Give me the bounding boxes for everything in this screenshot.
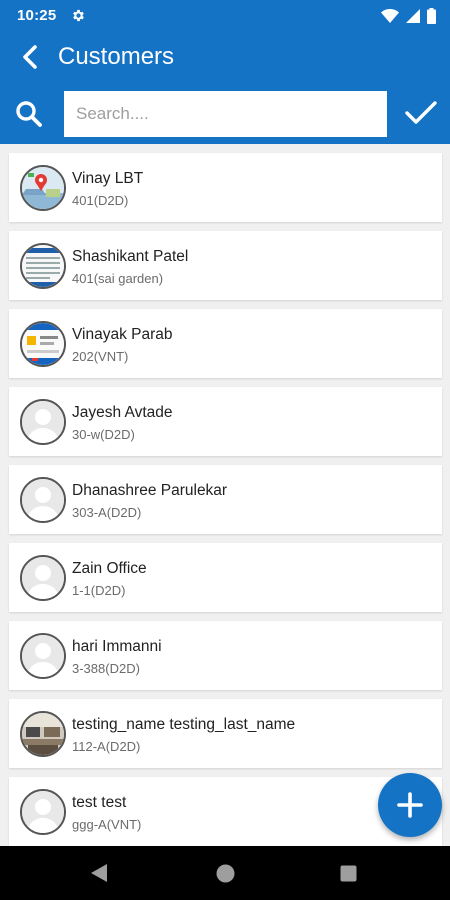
customer-row[interactable]: testing_name testing_last_name 112-A(D2D…: [9, 699, 442, 768]
default-person-icon: [20, 789, 66, 835]
nav-home-icon[interactable]: [216, 864, 235, 883]
customer-code: 1-1(D2D): [72, 583, 126, 598]
customer-code: 202(VNT): [72, 349, 129, 364]
status-bar: 10:25: [0, 0, 450, 32]
status-time: 10:25: [17, 7, 57, 24]
status-icons: [381, 8, 436, 24]
customer-code: ggg-A(VNT): [72, 817, 142, 832]
customer-name: Shashikant Patel: [72, 248, 189, 265]
page-title: Customers: [58, 43, 175, 70]
customer-row[interactable]: test test ggg-A(VNT): [9, 777, 442, 846]
default-person-icon: [20, 633, 66, 679]
default-person-icon: [20, 477, 66, 523]
customer-row[interactable]: hari Immanni 3-388(D2D): [9, 621, 442, 690]
customer-row[interactable]: Shashikant Patel 401(sai garden): [9, 231, 442, 300]
settings-gear-icon: [73, 9, 84, 22]
customer-avatar-photo: [20, 321, 66, 367]
back-button[interactable]: [14, 41, 46, 73]
customer-code: 401(sai garden): [72, 271, 164, 286]
customer-code: 3-388(D2D): [72, 661, 140, 676]
customer-name: Zain Office: [72, 560, 147, 577]
plus-icon: [397, 792, 423, 818]
customer-name: testing_name testing_last_name: [72, 716, 296, 733]
customer-code: 401(D2D): [72, 193, 129, 208]
customer-code: 303-A(D2D): [72, 505, 142, 520]
customer-list[interactable]: Vinay LBT 401(D2D) Shashikant Patel 401(…: [0, 144, 450, 846]
customer-name: Dhanashree Parulekar: [72, 482, 228, 499]
customer-row[interactable]: Vinayak Parab 202(VNT): [9, 309, 442, 378]
customer-name: test test: [72, 794, 127, 811]
default-person-icon: [20, 399, 66, 445]
signal-icon: [406, 9, 420, 23]
customer-code: 30-w(D2D): [72, 427, 135, 442]
app-toolbar: Customers: [0, 32, 450, 82]
default-person-icon: [20, 555, 66, 601]
nav-back-icon[interactable]: [90, 863, 108, 883]
add-customer-button[interactable]: [378, 773, 442, 837]
search-icon[interactable]: [15, 100, 43, 128]
customer-avatar-photo: [20, 165, 66, 211]
customer-name: Jayesh Avtade: [72, 404, 173, 421]
nav-recents-icon[interactable]: [340, 865, 357, 882]
battery-icon: [427, 8, 436, 24]
customer-code: 112-A(D2D): [72, 739, 141, 754]
search-input[interactable]: [64, 91, 387, 137]
customer-row[interactable]: Vinay LBT 401(D2D): [9, 153, 442, 222]
customer-avatar-photo: [20, 711, 66, 757]
customer-row[interactable]: Zain Office 1-1(D2D): [9, 543, 442, 612]
search-bar: [0, 82, 450, 144]
customer-name: Vinayak Parab: [72, 326, 173, 343]
customer-name: hari Immanni: [72, 638, 162, 655]
customer-name: Vinay LBT: [72, 170, 144, 187]
customer-avatar-photo: [20, 243, 66, 289]
confirm-check-icon[interactable]: [404, 98, 438, 128]
customer-row[interactable]: Jayesh Avtade 30-w(D2D): [9, 387, 442, 456]
system-navigation-bar: [0, 846, 450, 900]
wifi-icon: [381, 9, 399, 23]
customer-row[interactable]: Dhanashree Parulekar 303-A(D2D): [9, 465, 442, 534]
chevron-left-icon: [23, 45, 37, 69]
